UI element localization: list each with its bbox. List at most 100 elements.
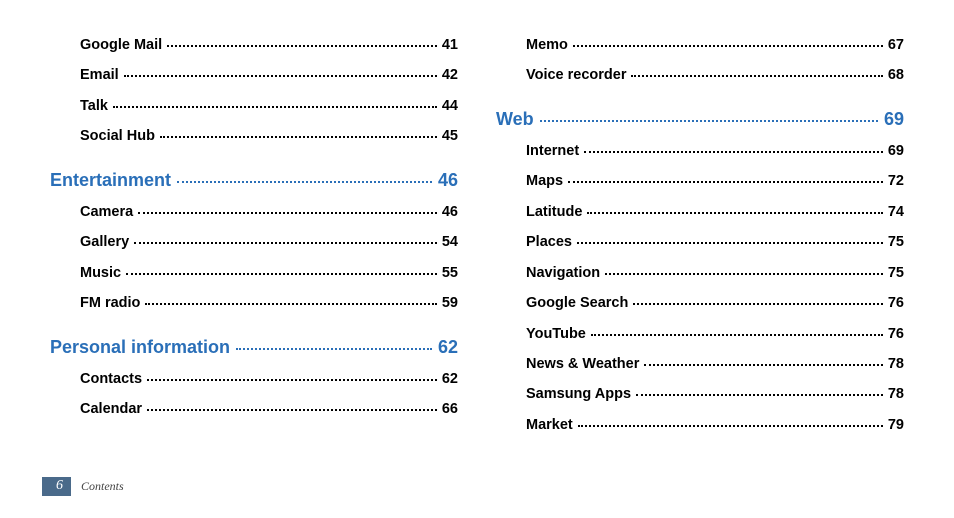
toc-item-page: 45 (442, 121, 458, 151)
toc-section-page: 62 (438, 337, 458, 358)
toc-section-label: Entertainment (50, 170, 171, 191)
toc-item-label: Voice recorder (526, 60, 626, 90)
toc-item-label: News & Weather (526, 349, 639, 379)
toc-item-page: 44 (442, 91, 458, 121)
toc-item-row[interactable]: Latitude 74 (526, 197, 904, 227)
toc-item-page: 79 (888, 410, 904, 440)
page-footer: 6 Contents (42, 477, 124, 496)
toc-item-page: 72 (888, 166, 904, 196)
toc-item-label: Calendar (80, 394, 142, 424)
toc-item-label: Music (80, 258, 121, 288)
dot-leader (124, 75, 437, 77)
dot-leader (113, 106, 437, 108)
toc-section-label: Personal information (50, 337, 230, 358)
dot-leader (236, 348, 432, 350)
toc-section-row[interactable]: Personal information 62 (50, 337, 458, 358)
toc-item-row[interactable]: Places 75 (526, 227, 904, 257)
toc-item-label: Market (526, 410, 573, 440)
toc-item-label: YouTube (526, 319, 586, 349)
toc-item-page: 75 (888, 258, 904, 288)
dot-leader (138, 212, 437, 214)
toc-item-row[interactable]: News & Weather 78 (526, 349, 904, 379)
toc-item-label: Memo (526, 30, 568, 60)
toc-column-right: Memo67Voice recorder68Web69Internet69Map… (496, 30, 904, 440)
toc-item-row[interactable]: Camera 46 (80, 197, 458, 227)
dot-leader (578, 425, 883, 427)
toc-item-page: 78 (888, 349, 904, 379)
dot-leader (636, 394, 883, 396)
toc-item-page: 74 (888, 197, 904, 227)
toc-column-left: Google Mail41Email42Talk 44 Social Hub 45 En… (50, 30, 458, 440)
toc-item-row[interactable]: Calendar 66 (80, 394, 458, 424)
dot-leader (605, 273, 883, 275)
toc-item-label: Latitude (526, 197, 582, 227)
dot-leader (167, 45, 437, 47)
toc-item-row[interactable]: Samsung Apps78 (526, 379, 904, 409)
toc-item-row[interactable]: Market 79 (526, 410, 904, 440)
toc-item-label: Google Search (526, 288, 628, 318)
toc-item-page: 59 (442, 288, 458, 318)
dot-leader (631, 75, 882, 77)
dot-leader (644, 364, 883, 366)
toc-section: Entertainment 46 (50, 170, 458, 191)
toc-item-label: Social Hub (80, 121, 155, 151)
toc-item-page: 62 (442, 364, 458, 394)
toc-item-row[interactable]: Gallery54 (80, 227, 458, 257)
dot-leader (177, 181, 432, 183)
dot-leader (573, 45, 883, 47)
dot-leader (160, 136, 437, 138)
toc-item-page: 41 (442, 30, 458, 60)
page-number-box: 6 (42, 477, 71, 496)
toc-item-page: 42 (442, 60, 458, 90)
toc-item-row[interactable]: Contacts 62 (80, 364, 458, 394)
toc-item-label: Maps (526, 166, 563, 196)
toc-item-row[interactable]: Google Mail41 (80, 30, 458, 60)
toc-item-label: Navigation (526, 258, 600, 288)
dot-leader (577, 242, 883, 244)
toc-item-page: 75 (888, 227, 904, 257)
toc-item-row[interactable]: Talk 44 (80, 91, 458, 121)
toc-item-row[interactable]: FM radio59 (80, 288, 458, 318)
toc-item-list: Internet69Maps72Latitude74Places75Naviga… (496, 136, 904, 440)
toc-item-page: 54 (442, 227, 458, 257)
toc-item-row[interactable]: Maps 72 (526, 166, 904, 196)
toc-item-label: Internet (526, 136, 579, 166)
toc-item-label: Talk (80, 91, 108, 121)
toc-item-row[interactable]: Music55 (80, 258, 458, 288)
dot-leader (633, 303, 883, 305)
toc-page: Google Mail41Email42Talk 44 Social Hub 45 En… (0, 0, 954, 440)
toc-item-page: 66 (442, 394, 458, 424)
toc-section: Web 69 (496, 109, 904, 130)
toc-item-row[interactable]: Memo 67 (526, 30, 904, 60)
toc-section-page: 46 (438, 170, 458, 191)
toc-section-row[interactable]: Web 69 (496, 109, 904, 130)
toc-item-page: 69 (888, 136, 904, 166)
toc-item-page: 76 (888, 288, 904, 318)
toc-item-list: Google Mail41Email42Talk 44 Social Hub 45 (50, 30, 458, 152)
toc-item-label: Contacts (80, 364, 142, 394)
toc-item-list: Contacts 62 Calendar 66 (50, 364, 458, 425)
dot-leader (126, 273, 437, 275)
dot-leader (591, 334, 883, 336)
toc-section-label: Web (496, 109, 534, 130)
toc-section-row[interactable]: Entertainment 46 (50, 170, 458, 191)
toc-item-row[interactable]: Google Search 76 (526, 288, 904, 318)
toc-item-row[interactable]: Email42 (80, 60, 458, 90)
toc-item-row[interactable]: Voice recorder68 (526, 60, 904, 90)
toc-section: Personal information 62 (50, 337, 458, 358)
toc-item-page: 67 (888, 30, 904, 60)
dot-leader (584, 151, 883, 153)
toc-item-row[interactable]: Navigation 75 (526, 258, 904, 288)
toc-item-page: 46 (442, 197, 458, 227)
toc-item-label: Camera (80, 197, 133, 227)
toc-item-row[interactable]: Internet 69 (526, 136, 904, 166)
toc-section-page: 69 (884, 109, 904, 130)
toc-item-row[interactable]: YouTube76 (526, 319, 904, 349)
dot-leader (145, 303, 436, 305)
dot-leader (587, 212, 882, 214)
dot-leader (147, 379, 437, 381)
toc-item-list: Memo 67Voice recorder68 (496, 30, 904, 91)
toc-item-label: Samsung Apps (526, 379, 631, 409)
toc-item-label: Places (526, 227, 572, 257)
toc-item-row[interactable]: Social Hub 45 (80, 121, 458, 151)
